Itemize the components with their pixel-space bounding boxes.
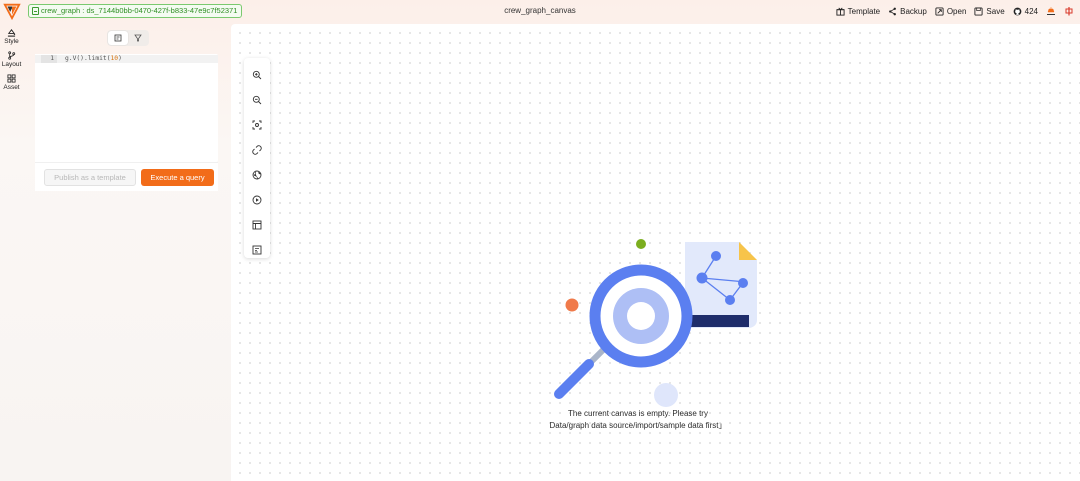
- github-icon: [1013, 7, 1022, 15]
- zoom-in-icon: [252, 70, 262, 80]
- unlink-button[interactable]: [252, 142, 262, 155]
- template-button[interactable]: Template: [836, 4, 880, 18]
- style-brush-icon: [7, 29, 16, 37]
- share-icon: [889, 7, 897, 15]
- rail-item-asset-label: Asset: [3, 84, 20, 91]
- rail-item-layout-label: Layout: [1, 61, 22, 68]
- canvas-toolbar: [244, 58, 270, 258]
- open-icon: [935, 6, 944, 16]
- side-rail: Style Layout Asset: [0, 28, 23, 97]
- query-code[interactable]: g.V().limit(10): [65, 55, 122, 63]
- play-button[interactable]: [252, 192, 262, 205]
- datasource-tag-label: crew_graph : ds_7144b0bb-0470-427f-b833-…: [41, 6, 238, 15]
- empty-canvas-illustration: [554, 239, 757, 407]
- light-blue-dot: [654, 383, 678, 407]
- green-dot: [636, 239, 646, 249]
- fit-view-icon: [252, 120, 262, 130]
- globe-button[interactable]: [252, 167, 262, 180]
- filter-icon: [134, 34, 142, 42]
- app-root: crew_graph : ds_7144b0bb-0470-427f-b833-…: [0, 0, 1080, 481]
- file-icon: [32, 7, 39, 15]
- open-button[interactable]: Open: [935, 4, 967, 18]
- publish-template-button[interactable]: Publish as a template: [44, 169, 136, 186]
- layout-branch-icon: [8, 51, 16, 60]
- language-button[interactable]: [1064, 4, 1074, 18]
- rail-item-asset[interactable]: Asset: [0, 74, 23, 91]
- execute-query-button[interactable]: Execute a query: [141, 169, 214, 186]
- unlink-icon: [252, 145, 262, 155]
- line-number: 1: [41, 55, 57, 63]
- rail-item-style-label: Style: [4, 38, 19, 45]
- code-editor[interactable]: 1 g.V().limit(10): [35, 54, 218, 162]
- query-actions: Publish as a template Execute a query: [35, 162, 218, 191]
- save-button[interactable]: Save: [974, 4, 1005, 18]
- template-label: Template: [847, 6, 881, 16]
- top-actions: Template Backup Open Save 424: [836, 4, 1074, 18]
- query-editor-tab[interactable]: [108, 31, 128, 45]
- magnifier-center: [627, 302, 655, 330]
- open-label: Open: [946, 6, 967, 16]
- app-logo-icon[interactable]: [3, 2, 21, 20]
- language-zh-icon: [1065, 7, 1073, 16]
- github-stars-button[interactable]: 424: [1013, 4, 1038, 18]
- query-editor-icon: [114, 34, 122, 42]
- editor-gutter: [35, 54, 60, 162]
- layout-panel-button[interactable]: [252, 217, 262, 230]
- filter-tab[interactable]: [128, 31, 148, 45]
- fit-view-button[interactable]: [252, 117, 262, 130]
- top-bar: crew_graph : ds_7144b0bb-0470-427f-b833-…: [0, 0, 1080, 22]
- datasource-tag[interactable]: crew_graph : ds_7144b0bb-0470-427f-b833-…: [28, 4, 243, 18]
- list-icon: [252, 245, 262, 255]
- query-mode-switch: [107, 30, 149, 46]
- asset-grid-icon: [7, 74, 16, 83]
- zoom-in-button[interactable]: [252, 67, 262, 80]
- theme-icon: [1047, 7, 1055, 15]
- code-suffix: ): [118, 55, 122, 62]
- rail-item-layout[interactable]: Layout: [0, 51, 23, 68]
- save-label: Save: [986, 6, 1005, 16]
- rail-item-style[interactable]: Style: [0, 28, 23, 45]
- list-button[interactable]: [252, 242, 262, 255]
- layout-panel-icon: [252, 220, 262, 230]
- template-icon: [836, 7, 845, 16]
- magnifier-handle: [554, 359, 594, 399]
- document-fold: [739, 242, 757, 260]
- code-number: 10: [110, 55, 119, 62]
- zoom-out-button[interactable]: [252, 92, 262, 105]
- backup-label: Backup: [900, 6, 927, 16]
- query-panel: 1 g.V().limit(10) Publish as a template …: [30, 24, 224, 481]
- theme-button[interactable]: [1046, 4, 1056, 18]
- code-prefix: g.V().limit(: [65, 55, 111, 62]
- backup-button[interactable]: Backup: [888, 4, 927, 18]
- orange-dot: [565, 298, 579, 312]
- play-circle-icon: [252, 195, 262, 205]
- github-stars-count: 424: [1024, 6, 1038, 16]
- globe-icon: [252, 170, 262, 180]
- active-line-highlight: [35, 55, 218, 63]
- zoom-out-icon: [252, 95, 262, 105]
- save-icon: [974, 6, 983, 16]
- empty-canvas-message: The current canvas is empty. Please try …: [549, 409, 727, 430]
